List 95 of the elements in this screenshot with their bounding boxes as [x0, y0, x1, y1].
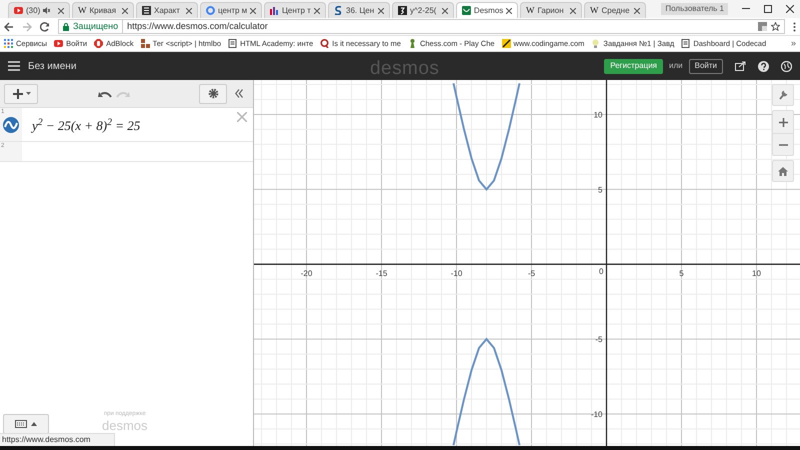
- apps-grid-icon: [4, 39, 13, 48]
- close-tab-icon[interactable]: [570, 8, 576, 14]
- document-icon: [142, 6, 151, 15]
- close-tab-icon[interactable]: [122, 8, 128, 14]
- favicon-letter: W: [590, 6, 598, 15]
- close-tab-icon[interactable]: [506, 8, 512, 14]
- translate-icon[interactable]: [758, 22, 767, 31]
- wrench-icon: [778, 90, 788, 100]
- page-icon: [228, 39, 238, 48]
- browser-tab[interactable]: W Кривая: [72, 2, 134, 18]
- home-button[interactable]: [772, 160, 794, 182]
- axis-tick-label: -10: [450, 269, 462, 278]
- curve-toggle-icon[interactable]: [3, 117, 19, 133]
- axis-tick-label: 10: [752, 269, 761, 278]
- axis-tick-label: 10: [594, 110, 602, 120]
- caret-icon: [26, 92, 30, 95]
- bookmark-star-icon[interactable]: [771, 22, 780, 31]
- close-tab-icon[interactable]: [186, 8, 192, 14]
- circle-icon: [206, 6, 215, 15]
- s-letter-icon: [334, 6, 343, 15]
- pawn-icon: [408, 39, 417, 48]
- browser-tab[interactable]: y^2-25(: [392, 2, 454, 18]
- maximize-icon[interactable]: [764, 5, 772, 13]
- blocks-icon: [140, 39, 150, 48]
- collapse-panel-icon[interactable]: [235, 89, 243, 98]
- settings-icon: [208, 88, 218, 99]
- axis-tick-label: -5: [528, 269, 536, 278]
- close-tab-icon[interactable]: [442, 8, 448, 14]
- browser-tab[interactable]: центр м: [200, 2, 262, 18]
- or-label: или: [669, 60, 683, 72]
- browser-tab[interactable]: Характ: [136, 2, 198, 18]
- browser-tab[interactable]: W Средне: [584, 2, 646, 18]
- curve-icon: [462, 6, 471, 15]
- square-icon: [398, 6, 407, 15]
- bar-chart-icon: [270, 6, 279, 15]
- origin-label: 0: [599, 267, 604, 276]
- address-bar[interactable]: Защищено https://www.desmos.com/calculator: [58, 19, 785, 34]
- home-icon: [778, 166, 788, 176]
- menu-icon[interactable]: [793, 22, 796, 32]
- undo-icon[interactable]: [98, 90, 112, 98]
- settings-button[interactable]: [199, 84, 227, 104]
- q-letter-icon: [320, 39, 330, 48]
- close-tab-icon[interactable]: [378, 8, 384, 14]
- profile-name[interactable]: Пользователь 1: [661, 3, 728, 15]
- video-play-icon: [54, 39, 64, 48]
- curve-line[interactable]: [452, 338, 520, 446]
- menu-icon[interactable]: [8, 61, 20, 71]
- browser-tab[interactable]: Центр т: [264, 2, 326, 18]
- axis-tick-label: 5: [679, 269, 684, 278]
- page-icon: [681, 39, 690, 48]
- close-tab-icon[interactable]: [250, 8, 256, 14]
- minimize-icon[interactable]: [742, 8, 750, 10]
- graph-paper[interactable]: -20 -15 -10 -5 0 5 10 -10 -5 5 10: [254, 80, 800, 447]
- browser-tab[interactable]: Desmos: [456, 2, 518, 18]
- curve-line[interactable]: [452, 83, 520, 191]
- axis-tick-label: -15: [376, 269, 388, 278]
- browser-tab[interactable]: (30): [8, 2, 70, 18]
- share-icon[interactable]: [735, 61, 746, 71]
- graph-settings-button[interactable]: [772, 84, 794, 106]
- slash-icon: [502, 39, 511, 48]
- axis-tick-label: -10: [590, 410, 602, 420]
- close-icon[interactable]: [786, 5, 794, 13]
- status-url: https://www.desmos.com: [2, 434, 90, 446]
- reload-icon[interactable]: [40, 22, 50, 32]
- favicon-letter: W: [78, 6, 86, 15]
- browser-tab[interactable]: W Гарион: [520, 2, 582, 18]
- plus-icon: [778, 118, 788, 126]
- close-tab-icon[interactable]: [634, 8, 640, 14]
- axis-tick-label: -5: [595, 335, 602, 344]
- close-tab-icon[interactable]: [58, 8, 64, 14]
- lock-icon: [63, 22, 69, 30]
- more-bookmarks-button[interactable]: »: [790, 36, 796, 50]
- plus-icon: [12, 88, 24, 100]
- caret-icon: [31, 422, 37, 426]
- axis-tick-label: -20: [300, 269, 312, 278]
- globe-icon[interactable]: [781, 60, 792, 72]
- url-text: https://www.desmos.com/calculator: [127, 20, 268, 33]
- keyboard-button[interactable]: [3, 414, 49, 434]
- close-tab-icon[interactable]: [314, 8, 320, 14]
- keyboard-icon: [15, 420, 27, 428]
- add-item-button[interactable]: [4, 84, 38, 104]
- favicon-letter: W: [526, 6, 534, 15]
- login-button[interactable]: Войти: [688, 58, 723, 74]
- security-label: Защищено: [73, 20, 124, 34]
- browser-tab[interactable]: 36. Цен: [328, 2, 390, 18]
- muted-speaker-icon[interactable]: [43, 7, 50, 14]
- video-play-icon: [14, 6, 23, 15]
- stop-sign-icon: [94, 39, 104, 48]
- math-expression[interactable]: y$^{2}$ − 25(x + 8)$^{2}$ = 25: [32, 116, 140, 134]
- axis-tick-label: 5: [598, 185, 602, 194]
- graph-title[interactable]: Без имени: [28, 58, 76, 74]
- back-arrow-icon[interactable]: [4, 22, 14, 32]
- minus-icon: [778, 144, 788, 146]
- help-icon[interactable]: [758, 60, 769, 72]
- lightbulb-icon: [591, 39, 600, 48]
